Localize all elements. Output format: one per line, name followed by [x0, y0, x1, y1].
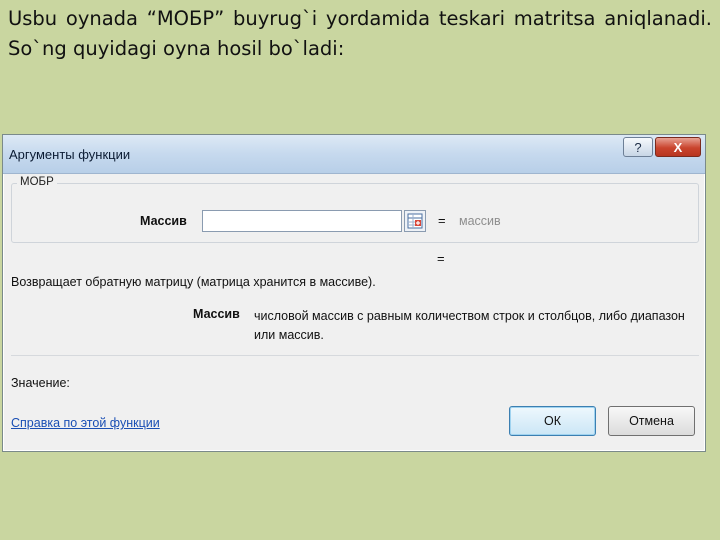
divider	[11, 355, 699, 356]
cancel-button[interactable]: Отмена	[608, 406, 695, 436]
collapse-dialog-button[interactable]	[404, 210, 426, 232]
argument-help-name: Массив	[193, 307, 240, 321]
function-description: Возвращает обратную матрицу (матрица хра…	[11, 275, 376, 289]
array-argument-input[interactable]	[202, 210, 402, 232]
dialog-titlebar: Аргументы функции ? X	[3, 135, 705, 174]
function-arguments-dialog: Аргументы функции ? X МОБР Массив = масс…	[2, 134, 706, 452]
function-name-legend: МОБР	[17, 176, 57, 188]
argument-help-text: числовой массив с равным количеством стр…	[254, 309, 685, 342]
argument-label: Массив	[140, 214, 187, 228]
help-button[interactable]: ?	[623, 137, 653, 157]
value-label: Значение:	[11, 376, 70, 390]
result-equals-sign: =	[437, 251, 445, 266]
range-select-icon	[407, 213, 423, 229]
slide-paragraph: Usbu oynada “МОБР” buyrug`i yordamida te…	[8, 7, 712, 60]
dialog-title: Аргументы функции	[9, 147, 131, 162]
close-button[interactable]: X	[655, 137, 701, 157]
function-group: МОБР Массив = массив	[11, 176, 699, 243]
ok-button[interactable]: ОК	[509, 406, 596, 436]
argument-equals-sign: =	[438, 213, 446, 228]
argument-result-hint: массив	[459, 214, 501, 228]
function-help-link[interactable]: Справка по этой функции	[11, 416, 160, 430]
